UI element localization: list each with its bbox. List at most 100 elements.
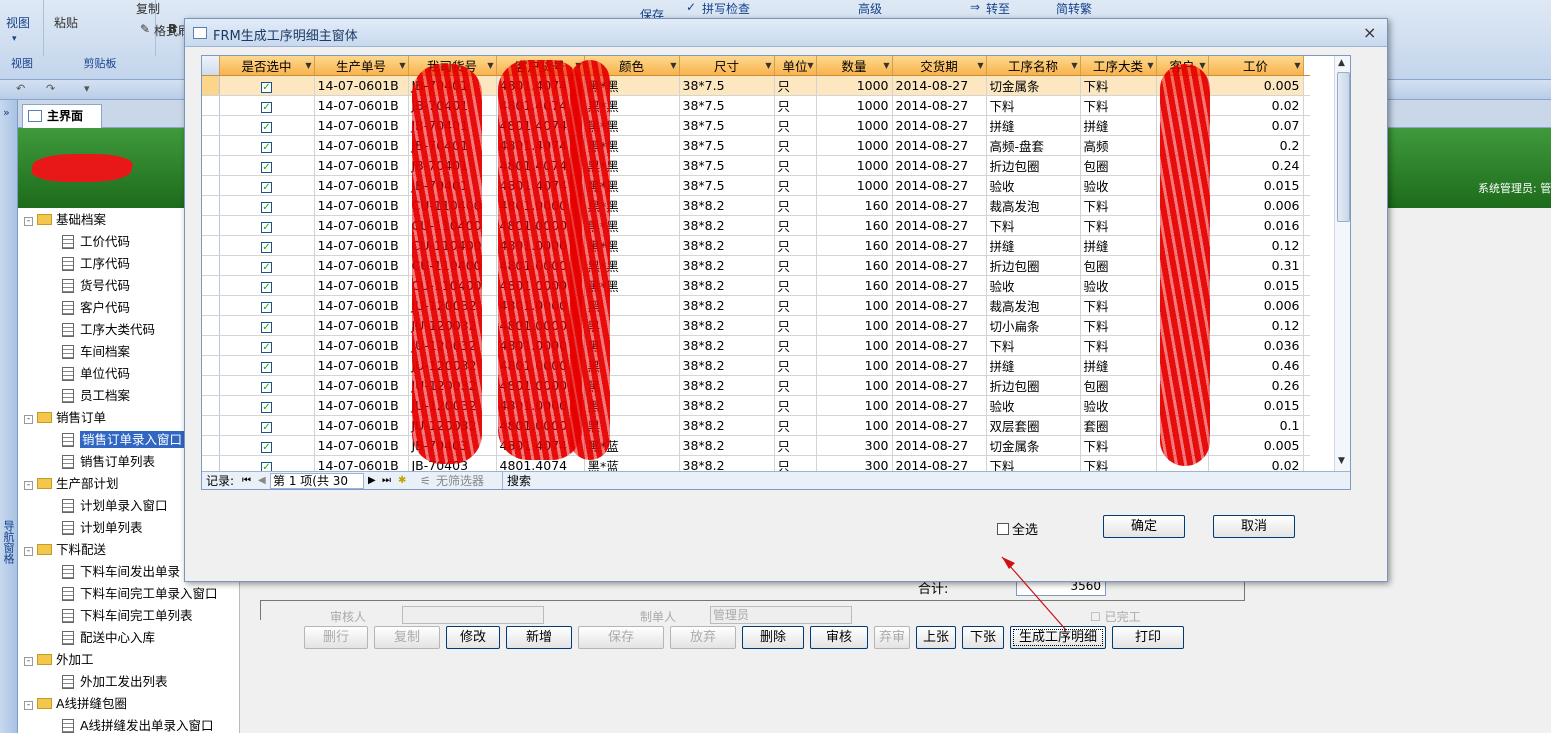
table-cell[interactable]: 只 <box>774 175 817 196</box>
table-cell[interactable]: 100 <box>816 415 893 436</box>
row-checkbox-cell[interactable]: ✓ <box>219 295 315 316</box>
table-cell[interactable]: 0.1 <box>1208 415 1304 436</box>
table-cell[interactable]: 2014-08-27 <box>892 75 987 96</box>
table-cell[interactable]: 2014-08-27 <box>892 395 987 416</box>
table-cell[interactable]: 38*8.2 <box>679 375 775 396</box>
first-record-icon[interactable]: ⏮ <box>242 472 251 489</box>
row-selector[interactable] <box>202 435 220 456</box>
checkbox-icon[interactable]: ✓ <box>261 242 272 253</box>
table-cell[interactable]: 验收 <box>1080 395 1157 416</box>
row-checkbox-cell[interactable]: ✓ <box>219 375 315 396</box>
collapse-icon[interactable]: - <box>24 657 33 666</box>
tree-item[interactable]: - 基础档案 <box>24 209 106 231</box>
checkbox-icon[interactable]: ✓ <box>261 162 272 173</box>
table-cell[interactable]: 38*8.2 <box>679 335 775 356</box>
table-cell[interactable]: 下料 <box>986 215 1081 236</box>
table-cell[interactable]: 38*8.2 <box>679 255 775 276</box>
table-cell[interactable]: 14-07-0601B <box>314 135 409 156</box>
table-cell[interactable]: 160 <box>816 195 893 216</box>
row-selector[interactable] <box>202 95 220 116</box>
table-cell[interactable]: 验收 <box>1080 175 1157 196</box>
table-cell[interactable]: 只 <box>774 75 817 96</box>
row-selector[interactable] <box>202 395 220 416</box>
table-cell[interactable]: 38*8.2 <box>679 435 775 456</box>
row-selector[interactable] <box>202 75 220 96</box>
table-cell[interactable]: 14-07-0601B <box>314 155 409 176</box>
table-cell[interactable]: 只 <box>774 195 817 216</box>
ok-button[interactable]: 确定 <box>1103 515 1185 538</box>
table-cell[interactable]: 拼缝 <box>1080 235 1157 256</box>
tree-item[interactable]: - 销售订单 <box>24 407 106 429</box>
tree-item[interactable]: 员工档案 <box>62 385 130 407</box>
table-cell[interactable]: 2014-08-27 <box>892 355 987 376</box>
checkbox-icon[interactable]: ✓ <box>261 142 272 153</box>
spellcheck-button[interactable]: 拼写检查 <box>702 0 750 17</box>
table-cell[interactable]: 2014-08-27 <box>892 215 987 236</box>
table-cell[interactable]: 38*7.5 <box>679 155 775 176</box>
tree-item[interactable]: 外加工发出列表 <box>62 671 168 693</box>
collapse-icon[interactable]: - <box>24 217 33 226</box>
last-record-icon[interactable]: ⏭ <box>382 472 391 489</box>
table-cell[interactable]: 2014-08-27 <box>892 195 987 216</box>
tree-item[interactable]: 下料车间完工单录入窗口 <box>62 583 218 605</box>
table-cell[interactable]: 14-07-0601B <box>314 435 409 456</box>
chevron-down-icon[interactable]: ▾ <box>12 34 17 44</box>
sort-arrow-icon[interactable]: ▼ <box>765 61 771 70</box>
table-cell[interactable]: 验收 <box>1080 275 1157 296</box>
checkbox-icon[interactable]: ✓ <box>261 362 272 373</box>
cancel-button[interactable]: 取消 <box>1213 515 1295 538</box>
table-cell[interactable]: 100 <box>816 355 893 376</box>
table-cell[interactable]: 38*7.5 <box>679 95 775 116</box>
row-checkbox-cell[interactable]: ✓ <box>219 195 315 216</box>
collapse-icon[interactable]: - <box>24 547 33 556</box>
row-checkbox-cell[interactable]: ✓ <box>219 395 315 416</box>
checkbox-icon[interactable]: ✓ <box>261 122 272 133</box>
table-cell[interactable]: 0.006 <box>1208 295 1304 316</box>
table-cell[interactable]: 2014-08-27 <box>892 255 987 276</box>
table-cell[interactable]: 只 <box>774 315 817 336</box>
table-cell[interactable]: 14-07-0601B <box>314 175 409 196</box>
table-cell[interactable]: 下料 <box>1080 435 1157 456</box>
table-cell[interactable]: 折边包圈 <box>986 155 1081 176</box>
redo-icon[interactable]: ↷ <box>46 82 55 95</box>
table-row[interactable]: ✓14-07-0601BCU-1104004801.0000黑*黑38*8.2只… <box>202 215 1310 236</box>
column-header[interactable]: 工价 ▼ <box>1208 56 1304 76</box>
row-selector[interactable] <box>202 275 220 296</box>
table-cell[interactable]: 38*8.2 <box>679 295 775 316</box>
table-cell[interactable]: 2014-08-27 <box>892 315 987 336</box>
table-cell[interactable]: 14-07-0601B <box>314 335 409 356</box>
scroll-up-icon[interactable]: ▲ <box>1338 58 1345 68</box>
table-cell[interactable]: 只 <box>774 375 817 396</box>
table-cell[interactable]: 2014-08-27 <box>892 135 987 156</box>
table-cell[interactable]: 2014-08-27 <box>892 415 987 436</box>
tree-item[interactable]: 下料车间完工单列表 <box>62 605 193 627</box>
table-row[interactable]: ✓14-07-0601BCU-1104004801.0000黑*黑38*8.2只… <box>202 275 1310 296</box>
row-selector[interactable] <box>202 355 220 376</box>
table-cell[interactable]: 38*8.2 <box>679 275 775 296</box>
tree-item[interactable]: - A线拼缝包圈 <box>24 693 127 715</box>
sort-arrow-icon[interactable]: ▼ <box>1294 61 1300 70</box>
table-cell[interactable]: 高频-盘套 <box>986 135 1081 156</box>
no-filter-label[interactable]: 无筛选器 <box>436 472 484 489</box>
vertical-scrollbar[interactable]: ▲ ▼ <box>1334 56 1350 471</box>
table-cell[interactable]: 14-07-0601B <box>314 295 409 316</box>
row-selector[interactable] <box>202 315 220 336</box>
table-cell[interactable]: 只 <box>774 135 817 156</box>
table-cell[interactable]: 0.005 <box>1208 435 1304 456</box>
view-button[interactable]: 视图 <box>6 14 30 31</box>
table-cell[interactable]: 下料 <box>1080 335 1157 356</box>
completed-checkbox[interactable]: ☐ 已完工 <box>1090 608 1141 625</box>
table-cell[interactable]: 38*7.5 <box>679 115 775 136</box>
table-cell[interactable]: 拼缝 <box>1080 355 1157 376</box>
table-cell[interactable]: 0.26 <box>1208 375 1304 396</box>
table-cell[interactable]: 只 <box>774 395 817 416</box>
table-cell[interactable]: 2014-08-27 <box>892 95 987 116</box>
sort-arrow-icon[interactable]: ▼ <box>883 61 889 70</box>
row-checkbox-cell[interactable]: ✓ <box>219 355 315 376</box>
table-cell[interactable]: 2014-08-27 <box>892 155 987 176</box>
table-cell[interactable]: 38*8.2 <box>679 195 775 216</box>
row-selector[interactable] <box>202 335 220 356</box>
table-cell[interactable]: 只 <box>774 295 817 316</box>
table-cell[interactable]: 拼缝 <box>986 235 1081 256</box>
row-checkbox-cell[interactable]: ✓ <box>219 95 315 116</box>
